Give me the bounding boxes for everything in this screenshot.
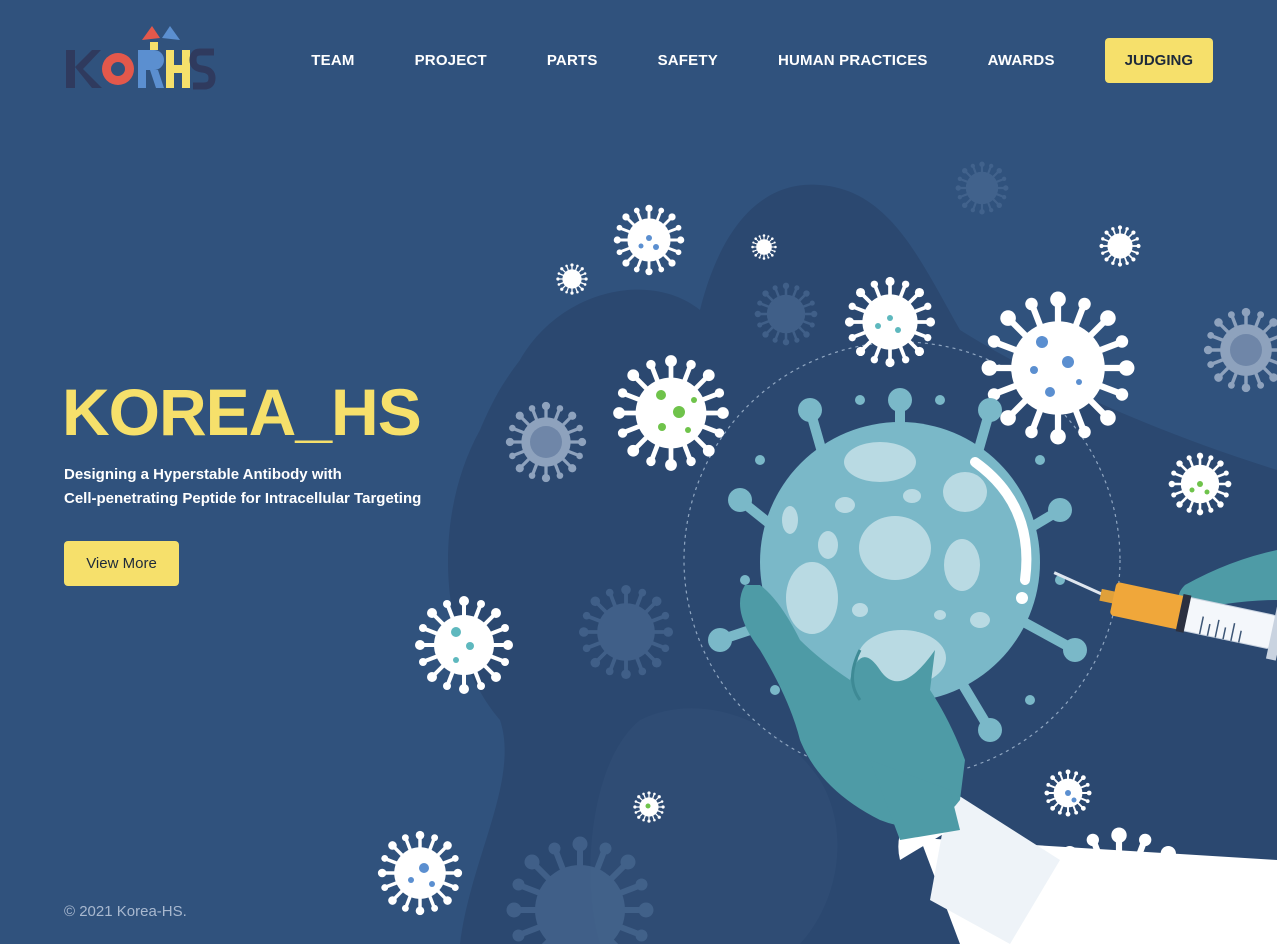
hero-subtitle-line-2: Cell-penetrating Peptide for Intracellul…: [64, 490, 422, 507]
footer-copyright: © 2021 Korea-HS.: [64, 903, 187, 920]
view-more-button[interactable]: View More: [64, 541, 179, 586]
hero-subtitle: Designing a Hyperstable Antibody with Ce…: [64, 463, 421, 511]
hero-title: KOREA_HS: [62, 375, 422, 449]
hero-subtitle-line-1: Designing a Hyperstable Antibody with: [64, 466, 342, 483]
